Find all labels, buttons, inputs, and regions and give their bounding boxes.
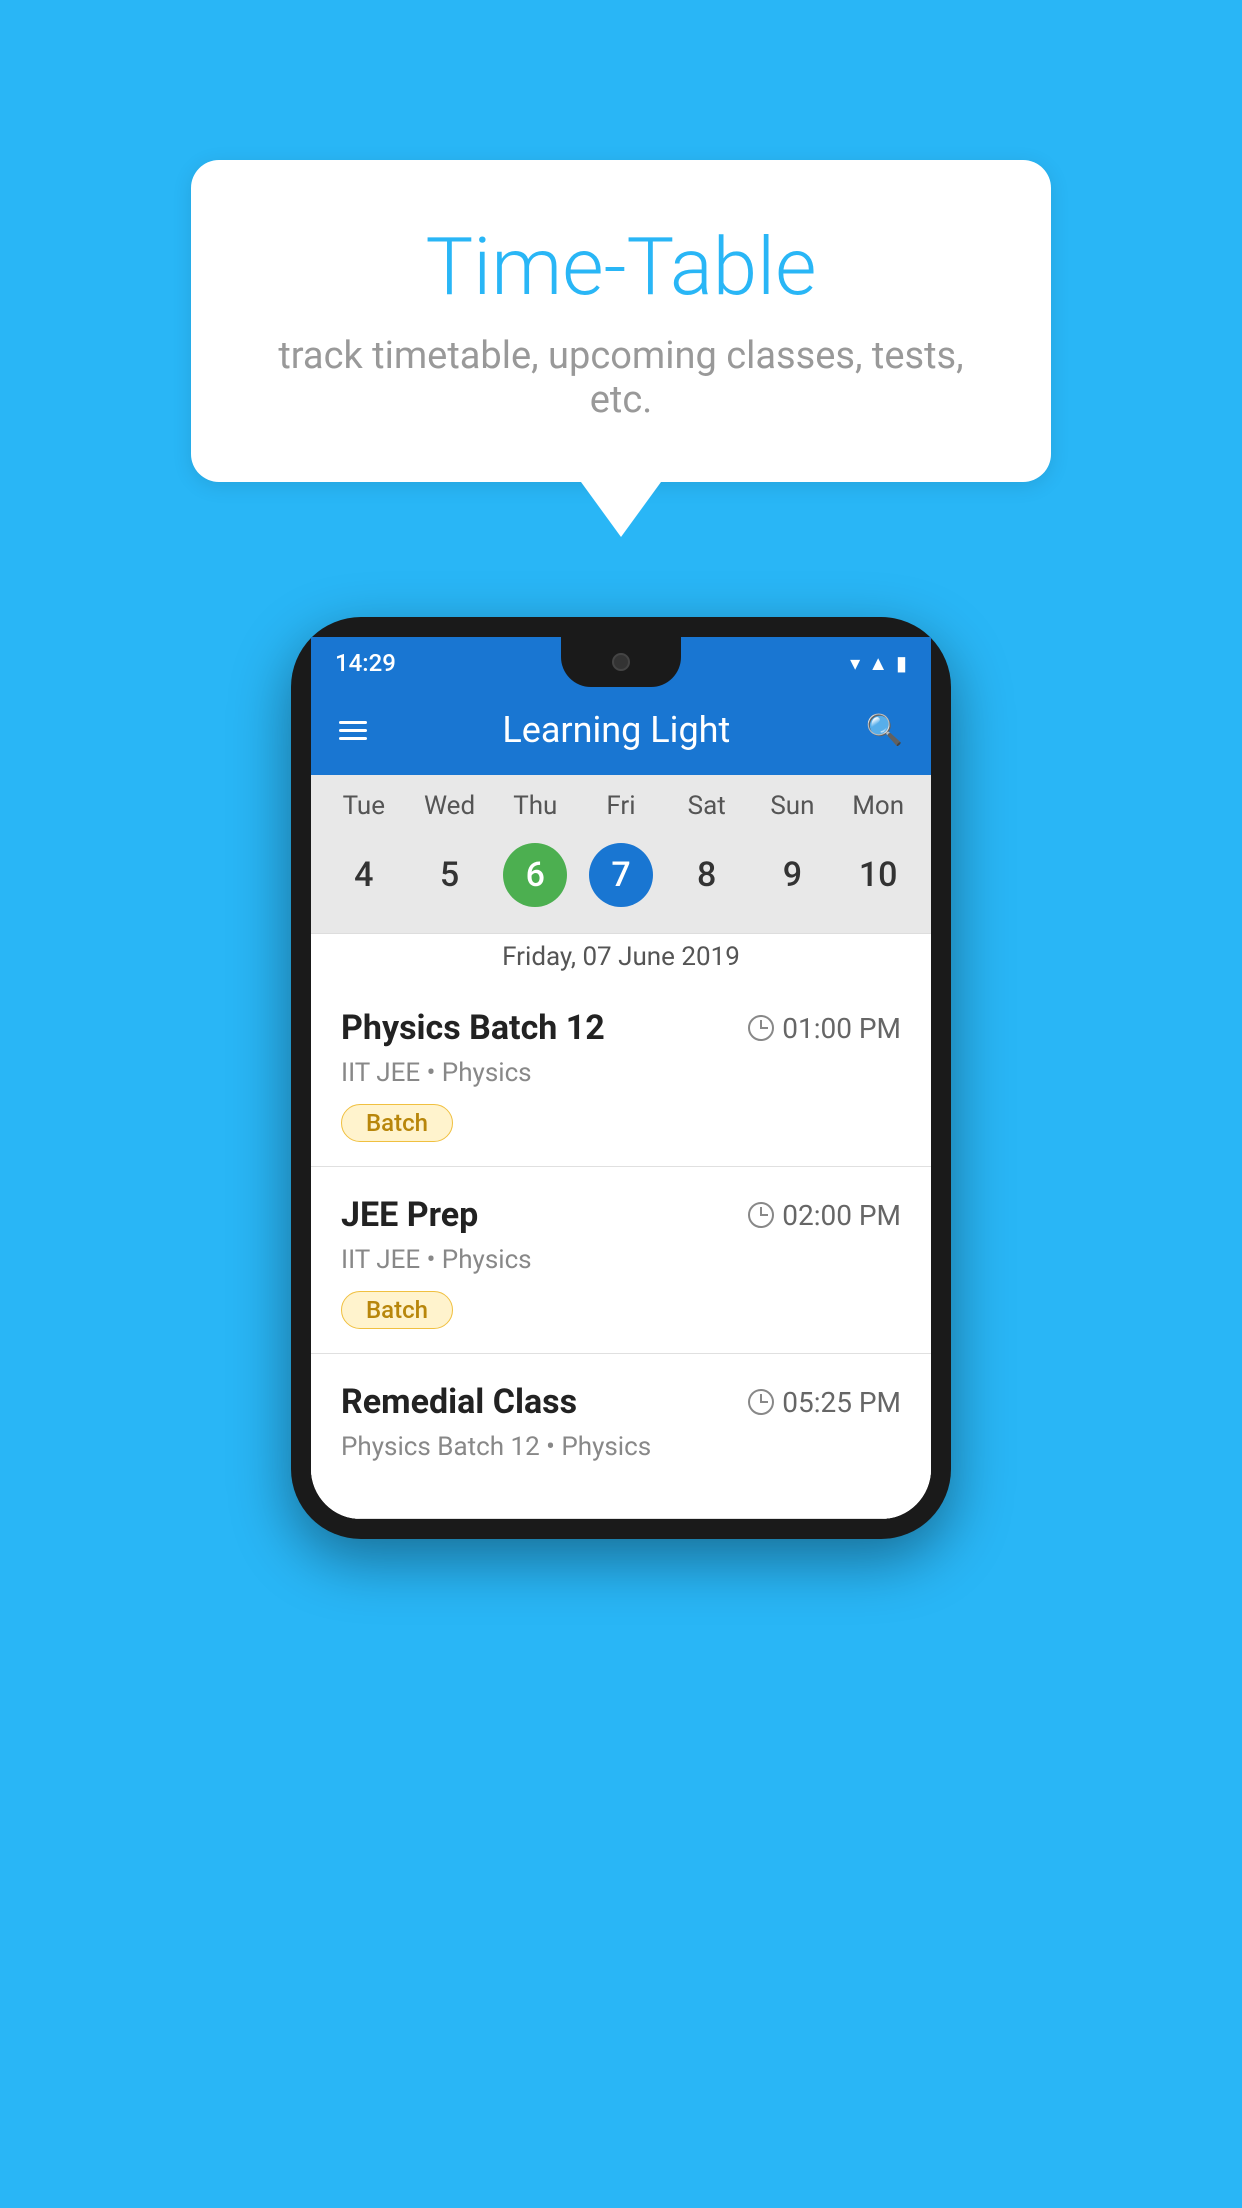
phone-wrapper: 14:29 ▾ ▲ ▮ Learning Light 🔍	[0, 617, 1242, 1539]
class-item-2[interactable]: JEE Prep 02:00 PM IIT JEE • Physics Batc…	[311, 1167, 931, 1354]
day-label-mon[interactable]: Mon	[835, 791, 921, 821]
page-title: Time-Table	[271, 220, 971, 314]
day-label-thu[interactable]: Thu	[492, 791, 578, 821]
menu-line-1	[339, 721, 367, 724]
date-circle-7: 7	[589, 843, 653, 907]
date-circle-5: 5	[418, 843, 482, 907]
class-time-label-1: 01:00 PM	[782, 1012, 901, 1045]
clock-icon-1	[748, 1015, 774, 1041]
class-meta-2: IIT JEE • Physics	[341, 1245, 901, 1275]
speech-bubble-container: Time-Table track timetable, upcoming cla…	[191, 160, 1051, 537]
day-label-wed[interactable]: Wed	[407, 791, 493, 821]
class-name-3: Remedial Class	[341, 1382, 577, 1422]
calendar-date-4[interactable]: 4	[321, 833, 407, 917]
phone-screen: 14:29 ▾ ▲ ▮ Learning Light 🔍	[311, 637, 931, 1519]
menu-line-3	[339, 737, 367, 740]
day-label-sat[interactable]: Sat	[664, 791, 750, 821]
calendar-date-5[interactable]: 5	[407, 833, 493, 917]
search-icon[interactable]: 🔍	[866, 713, 903, 748]
signal-icon: ▲	[868, 651, 888, 676]
app-bar: Learning Light 🔍	[311, 685, 931, 775]
batch-badge-2: Batch	[341, 1291, 453, 1329]
class-list: Physics Batch 12 01:00 PM IIT JEE • Phys…	[311, 980, 931, 1519]
day-label-sun[interactable]: Sun	[750, 791, 836, 821]
batch-badge-1: Batch	[341, 1104, 453, 1142]
wifi-icon: ▾	[850, 651, 860, 675]
calendar-section: Tue Wed Thu Fri Sat Sun Mon 4 5	[311, 775, 931, 980]
class-item-2-header: JEE Prep 02:00 PM	[341, 1195, 901, 1235]
menu-line-2	[339, 729, 367, 732]
battery-icon: ▮	[896, 651, 907, 675]
clock-icon-2	[748, 1202, 774, 1228]
calendar-date-9[interactable]: 9	[750, 833, 836, 917]
class-meta-3: Physics Batch 12 • Physics	[341, 1432, 901, 1462]
class-item-1[interactable]: Physics Batch 12 01:00 PM IIT JEE • Phys…	[311, 980, 931, 1167]
calendar-date-8[interactable]: 8	[664, 833, 750, 917]
calendar-days-header: Tue Wed Thu Fri Sat Sun Mon	[311, 775, 931, 829]
class-name-1: Physics Batch 12	[341, 1008, 605, 1048]
class-meta-1: IIT JEE • Physics	[341, 1058, 901, 1088]
phone-mockup: 14:29 ▾ ▲ ▮ Learning Light 🔍	[291, 617, 951, 1539]
class-time-1: 01:00 PM	[748, 1012, 901, 1045]
class-name-2: JEE Prep	[341, 1195, 478, 1235]
calendar-date-6[interactable]: 6	[492, 833, 578, 917]
speech-bubble-arrow	[581, 482, 661, 537]
date-circle-9: 9	[760, 843, 824, 907]
speech-bubble: Time-Table track timetable, upcoming cla…	[191, 160, 1051, 482]
class-time-label-3: 05:25 PM	[782, 1386, 901, 1419]
class-item-3-header: Remedial Class 05:25 PM	[341, 1382, 901, 1422]
date-circle-10: 10	[846, 843, 910, 907]
menu-button[interactable]	[339, 721, 367, 740]
app-title: Learning Light	[502, 709, 730, 751]
calendar-date-10[interactable]: 10	[835, 833, 921, 917]
page-subtitle: track timetable, upcoming classes, tests…	[271, 334, 971, 422]
class-time-label-2: 02:00 PM	[782, 1199, 901, 1232]
phone-notch	[561, 637, 681, 687]
clock-icon-3	[748, 1389, 774, 1415]
calendar-dates-row: 4 5 6 7 8 9	[311, 829, 931, 933]
class-item-1-header: Physics Batch 12 01:00 PM	[341, 1008, 901, 1048]
class-time-2: 02:00 PM	[748, 1199, 901, 1232]
selected-date-label: Friday, 07 June 2019	[311, 933, 931, 980]
front-camera	[612, 653, 630, 671]
status-icons: ▾ ▲ ▮	[850, 651, 907, 676]
status-time: 14:29	[335, 649, 396, 677]
date-circle-4: 4	[332, 843, 396, 907]
day-label-tue[interactable]: Tue	[321, 791, 407, 821]
class-time-3: 05:25 PM	[748, 1386, 901, 1419]
class-item-3[interactable]: Remedial Class 05:25 PM Physics Batch 12…	[311, 1354, 931, 1519]
calendar-date-7[interactable]: 7	[578, 833, 664, 917]
day-label-fri[interactable]: Fri	[578, 791, 664, 821]
date-circle-6: 6	[503, 843, 567, 907]
date-circle-8: 8	[675, 843, 739, 907]
